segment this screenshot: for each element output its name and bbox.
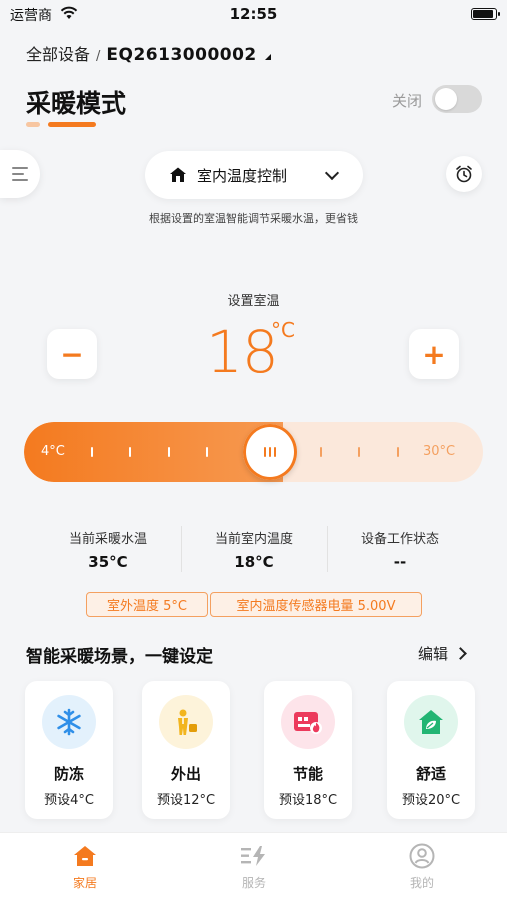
chevron-right-icon bbox=[454, 647, 467, 660]
scene-preset: 预设4°C bbox=[44, 793, 94, 808]
scene-name: 防冻 bbox=[53, 765, 84, 783]
device-dropdown-caret-icon[interactable] bbox=[264, 54, 271, 60]
control-mode-label: 室内温度控制 bbox=[197, 166, 288, 185]
set-temperature-value: 18 bbox=[206, 318, 279, 386]
increase-temperature-button[interactable]: + bbox=[409, 329, 459, 379]
stat-value: 18°C bbox=[234, 553, 274, 571]
scene-card-comfort[interactable]: 舒适 预设20°C bbox=[387, 681, 475, 819]
scene-preset: 预设12°C bbox=[156, 793, 216, 808]
edit-label: 编辑 bbox=[418, 645, 449, 663]
scene-name: 节能 bbox=[292, 765, 323, 783]
tab-home[interactable]: 家居 bbox=[35, 842, 135, 891]
slider-tick bbox=[168, 447, 170, 457]
stat-label: 当前采暖水温 bbox=[68, 532, 147, 547]
scene-card-antifreeze[interactable]: 防冻 预设4°C bbox=[25, 681, 113, 819]
home-icon bbox=[35, 842, 135, 870]
slider-thumb[interactable] bbox=[243, 424, 297, 480]
menu-icon bbox=[12, 163, 28, 185]
device-id[interactable]: EQ2613000002 bbox=[106, 45, 256, 65]
stat-label: 当前室内温度 bbox=[214, 532, 293, 547]
tab-indicator-active bbox=[48, 122, 96, 127]
clock-time: 12:55 bbox=[229, 5, 278, 23]
stat-value: 35°C bbox=[88, 553, 128, 571]
breadcrumb-separator: / bbox=[96, 49, 101, 64]
sensor-voltage-badge: 室内温度传感器电量 5.00V bbox=[210, 592, 422, 617]
comfort-home-icon bbox=[404, 695, 458, 749]
power-toggle-label: 关闭 bbox=[392, 92, 423, 110]
stat-value: -- bbox=[393, 553, 407, 571]
stat-water-temp: 当前采暖水温 35°C bbox=[40, 528, 176, 571]
control-mode-dropdown[interactable]: 室内温度控制 bbox=[145, 151, 363, 199]
slider-tick bbox=[129, 447, 131, 457]
slider-min-label: 4°C bbox=[41, 444, 65, 459]
battery-icon bbox=[471, 8, 500, 20]
tab-label: 家居 bbox=[72, 876, 97, 890]
decrease-temperature-button[interactable]: − bbox=[47, 329, 97, 379]
slider-tick bbox=[320, 447, 322, 457]
temperature-unit: °C bbox=[271, 318, 295, 342]
stat-device-status: 设备工作状态 -- bbox=[332, 528, 468, 571]
scene-preset: 预设20°C bbox=[401, 793, 461, 808]
scene-preset: 预设18°C bbox=[278, 793, 338, 808]
tab-profile[interactable]: 我的 bbox=[372, 842, 472, 891]
scene-card-energy-saving[interactable]: 节能 预设18°C bbox=[264, 681, 352, 819]
tab-label: 我的 bbox=[409, 876, 434, 890]
snowflake-icon bbox=[42, 695, 96, 749]
slider-tick bbox=[91, 447, 93, 457]
stat-label: 设备工作状态 bbox=[360, 532, 439, 547]
set-temperature-label: 设置室温 bbox=[227, 294, 280, 309]
tab-label: 服务 bbox=[241, 876, 266, 890]
chevron-down-icon bbox=[324, 165, 340, 181]
scene-name: 舒适 bbox=[415, 765, 446, 783]
timer-button[interactable] bbox=[446, 156, 482, 192]
outdoor-temp-badge: 室外温度 5°C bbox=[86, 592, 208, 617]
energy-saving-icon bbox=[281, 695, 335, 749]
scene-name: 外出 bbox=[170, 765, 201, 783]
stat-indoor-temp: 当前室内温度 18°C bbox=[186, 528, 322, 571]
side-menu-button[interactable] bbox=[0, 150, 40, 198]
scene-card-away[interactable]: 外出 预设12°C bbox=[142, 681, 230, 819]
edit-scenes-button[interactable]: 编辑 bbox=[418, 643, 467, 664]
power-toggle[interactable] bbox=[432, 85, 482, 113]
scene-section-title: 智能采暖场景，一键设定 bbox=[26, 647, 213, 667]
person-going-out-icon bbox=[159, 695, 213, 749]
all-devices-link[interactable]: 全部设备 bbox=[26, 41, 90, 65]
device-selector[interactable]: 全部设备 / EQ2613000002 bbox=[26, 41, 271, 65]
service-icon bbox=[204, 842, 304, 870]
toggle-knob bbox=[435, 88, 457, 110]
slider-tick bbox=[397, 447, 399, 457]
page-title: 采暖模式 bbox=[26, 89, 127, 118]
mode-description: 根据设置的室温智能调节采暖水温，更省钱 bbox=[149, 212, 358, 225]
slider-max-label: 30°C bbox=[423, 444, 456, 459]
home-mode-icon bbox=[170, 167, 186, 182]
slider-tick bbox=[358, 447, 360, 457]
slider-tick bbox=[206, 447, 208, 457]
tab-service[interactable]: 服务 bbox=[204, 842, 304, 891]
profile-icon bbox=[372, 842, 472, 870]
alarm-clock-icon bbox=[456, 165, 472, 183]
divider bbox=[181, 526, 182, 572]
divider bbox=[327, 526, 328, 572]
tab-indicator-secondary bbox=[26, 122, 40, 127]
